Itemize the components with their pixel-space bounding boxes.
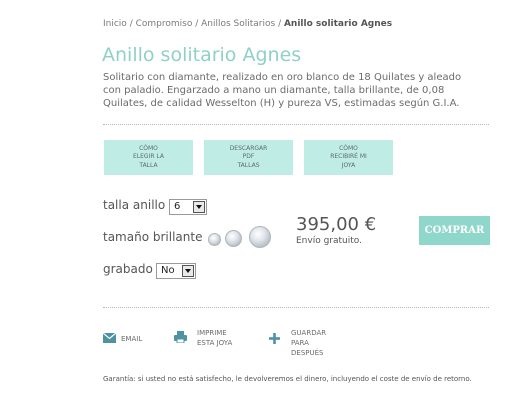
breadcrumb-separator: / xyxy=(275,19,284,29)
breadcrumb-current: Anillo solitario Agnes xyxy=(283,19,393,29)
breadcrumb-separator: / xyxy=(126,19,136,29)
button-line: tallas xyxy=(237,161,260,169)
print-link-line: esta joya xyxy=(197,339,233,347)
divider xyxy=(103,124,489,125)
button-line: Cómo xyxy=(139,144,158,152)
buy-button[interactable]: COMPRAR xyxy=(419,216,490,245)
button-line: pdf xyxy=(242,153,255,161)
ring-size-value: 6 xyxy=(174,201,181,212)
diamond-large-option[interactable] xyxy=(249,226,271,248)
delivery-info-button[interactable]: Cómo recibiré mi joya xyxy=(304,140,393,175)
download-pdf-label: Descargar pdf tallas xyxy=(230,145,268,171)
breadcrumb-separator: / xyxy=(192,19,202,29)
choose-size-label: Cómo elegir la talla xyxy=(133,145,164,171)
print-icon[interactable] xyxy=(174,331,187,343)
diamond-size-label: tamaño brillante xyxy=(103,230,203,244)
email-icon[interactable] xyxy=(103,333,116,343)
download-pdf-sizes-button[interactable]: Descargar pdf tallas xyxy=(204,140,293,175)
chevron-down-icon xyxy=(182,265,194,277)
email-link[interactable]: Email xyxy=(121,334,142,344)
choose-size-button[interactable]: Cómo elegir la talla xyxy=(104,140,193,175)
save-for-later-link[interactable]: Guardar para después xyxy=(291,328,326,358)
breadcrumb-link-compromiso[interactable]: Compromiso xyxy=(136,19,193,29)
engraving-select[interactable]: No xyxy=(156,263,196,279)
guarantee-note: Garantía: si usted no está satisfecho, l… xyxy=(103,375,472,383)
button-line: Descargar xyxy=(229,144,268,152)
breadcrumb: Inicio / Compromiso / Anillos Solitarios… xyxy=(103,19,392,29)
save-link-line: después xyxy=(291,349,324,357)
button-line: talla xyxy=(139,161,158,169)
button-line: joya xyxy=(341,161,356,169)
engraving-value: No xyxy=(161,265,175,276)
save-link-line: Guardar xyxy=(291,329,327,337)
engraving-label: grabado xyxy=(103,262,153,276)
ring-size-select[interactable]: 6 xyxy=(169,199,207,215)
button-line: Cómo xyxy=(339,144,358,152)
save-link-line: para xyxy=(291,339,309,347)
breadcrumb-link-inicio[interactable]: Inicio xyxy=(103,19,127,29)
product-price: 395,00 € xyxy=(296,214,377,235)
plus-icon[interactable] xyxy=(269,333,280,344)
product-description: Solitario con diamante, realizado en oro… xyxy=(103,72,462,109)
breadcrumb-link-anillos-solitarios[interactable]: Anillos Solitarios xyxy=(201,19,275,29)
diamond-small-option[interactable] xyxy=(208,233,221,246)
button-line: elegir la xyxy=(132,153,164,161)
diamond-medium-option[interactable] xyxy=(225,230,242,247)
divider xyxy=(103,307,489,308)
delivery-info-label: Cómo recibiré mi joya xyxy=(330,145,367,171)
button-line: recibiré mi xyxy=(330,153,367,161)
ring-size-label: talla anillo xyxy=(103,198,166,212)
print-link[interactable]: Imprime esta joya xyxy=(197,328,232,348)
chevron-down-icon xyxy=(193,201,205,213)
product-title: Anillo solitario Agnes xyxy=(102,44,302,66)
print-link-line: Imprime xyxy=(197,329,227,337)
shipping-note: Envío gratuito. xyxy=(296,236,362,246)
